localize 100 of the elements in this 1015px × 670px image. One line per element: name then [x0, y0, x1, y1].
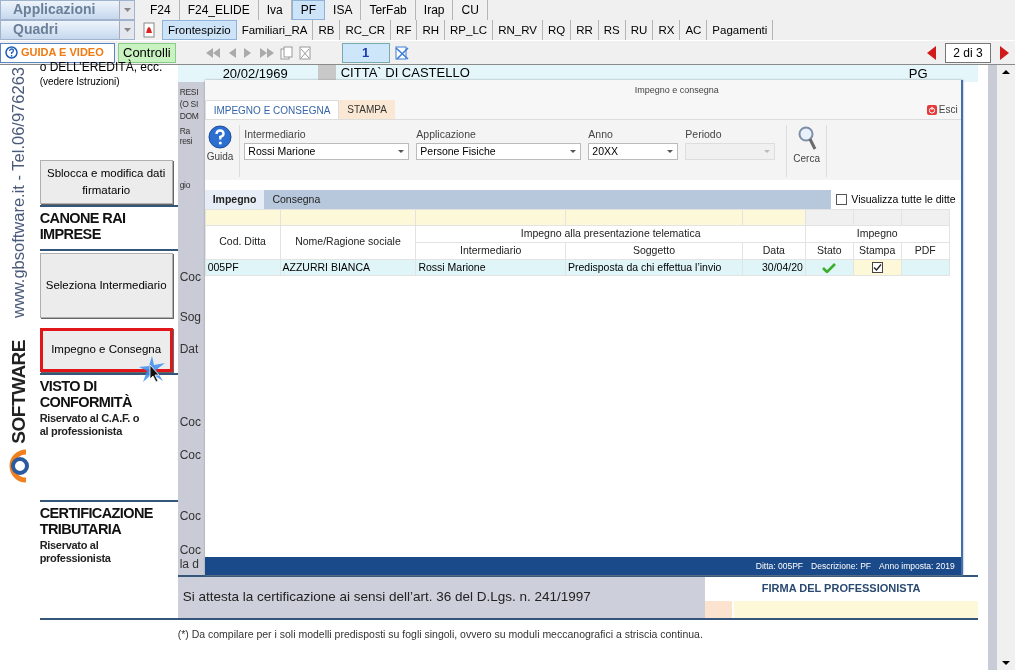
text-fragment: Coc [179, 543, 201, 557]
text-fragment: Coc [179, 270, 201, 284]
tab[interactable]: RH [417, 20, 446, 40]
search-button[interactable]: Cerca [791, 125, 822, 169]
next-icon[interactable] [999, 44, 1011, 61]
tab[interactable]: Familiari_RA [236, 20, 314, 40]
text-fragment: Coc [179, 415, 201, 429]
signature-field[interactable] [704, 601, 732, 618]
search-icon [796, 125, 817, 151]
filter-cell[interactable] [205, 209, 280, 226]
column-header: Cod. Ditta [205, 225, 280, 259]
signature-field[interactable] [733, 601, 978, 618]
form-button[interactable]: Sblocca e modifica dati firmatario [39, 160, 173, 204]
tab[interactable]: RS [598, 20, 626, 40]
tab[interactable]: RC_CR [340, 20, 392, 40]
note-text: (vedere Istruzioni) [39, 75, 121, 89]
status-text: Descrizione: PF [811, 559, 872, 573]
scrollbar[interactable] [996, 65, 1015, 670]
previous-icon[interactable] [925, 44, 937, 61]
section-subtitle: Riservato al C.A.F. o al professionista [39, 412, 141, 438]
pdf-icon[interactable] [142, 21, 156, 39]
text-fragment: Coc [179, 448, 201, 462]
filter-cell[interactable] [415, 209, 566, 226]
signature-label: FIRMA DEL PROFESSIONISTA [761, 581, 921, 596]
caret-icon [123, 28, 131, 32]
status-text: Anno imposta: 2019 [879, 559, 955, 573]
text-fragment: resi [179, 136, 193, 146]
tab[interactable]: Consegna [264, 190, 329, 209]
tab[interactable]: AC [680, 20, 708, 40]
column-header: Stato [805, 242, 854, 259]
section-subtitle: Riservato al professionista [39, 539, 112, 565]
caret-icon [667, 150, 674, 153]
tab[interactable]: Frontespizio [162, 20, 237, 40]
column-header: Data [742, 242, 806, 259]
province-text: PG [908, 64, 928, 83]
delete-page-icon[interactable] [297, 45, 312, 60]
show-all-checkbox[interactable]: Visualizza tutte le ditte [831, 190, 961, 209]
column-group-header: Impegno alla presentazione telematica [415, 225, 806, 243]
filter-cell[interactable] [280, 209, 416, 226]
click-burst-icon [137, 355, 166, 383]
attestation-text: Si attesta la certificazione ai sensi dell’art. 36 del D.Lgs. n. 241/1997 [182, 588, 591, 607]
text-fragment: DOM [179, 111, 199, 121]
form-button[interactable]: Impegno e Consegna [39, 328, 173, 372]
text-fragment: (O SI [179, 99, 198, 109]
delete-page-icon[interactable] [393, 44, 410, 61]
checkbox-icon [836, 194, 848, 205]
tab[interactable]: RP_LC [445, 20, 494, 40]
caret-icon [398, 150, 405, 153]
tab[interactable]: Impegno [204, 190, 265, 209]
dialog-title: Impegno e consegna [204, 80, 961, 100]
field-label: Applicazione [416, 127, 477, 142]
form-button[interactable]: Seleziona Intermediario [39, 253, 173, 318]
exit-button[interactable]: Esci [923, 100, 961, 119]
tab[interactable]: RQ [542, 20, 572, 40]
dropdown-field[interactable]: 20XX [588, 143, 679, 160]
caret-icon [570, 150, 577, 153]
section-title: CANONE RAI IMPRESE [39, 210, 127, 242]
column-header: Nome/Ragione sociale [280, 225, 416, 259]
text-fragment: Dat [179, 342, 199, 356]
caret-icon [764, 150, 771, 153]
filter-cell[interactable] [742, 209, 806, 226]
contact-text: www.gbsoftware.it - Tel.06/976263 [8, 67, 29, 318]
tab[interactable]: RX [653, 20, 681, 40]
column-header: Soggetto [565, 242, 743, 259]
column-header: Intermediario [415, 242, 566, 259]
power-icon [926, 104, 937, 115]
help-button[interactable]: Guida [204, 125, 236, 169]
date-text: 20/02/1969 [222, 64, 288, 83]
checkbox-icon[interactable] [871, 262, 883, 274]
tab[interactable]: PF [291, 0, 326, 20]
tab[interactable]: IMPEGNO E CONSEGNA [204, 100, 340, 119]
tab[interactable]: RU [625, 20, 654, 40]
text-fragment: la d [179, 557, 199, 571]
text-fragment: Coc [179, 509, 201, 523]
caret-icon [123, 8, 131, 12]
column-group-header: Impegno [805, 225, 950, 243]
page-field[interactable]: 1 [341, 42, 390, 63]
dropdown-field[interactable]: Rossi Marione [244, 143, 410, 160]
note-title: o DELL’EREDITÀ, ecc. [39, 61, 164, 74]
column-header: PDF [901, 242, 950, 259]
field-label: Periodo [685, 127, 723, 142]
tab[interactable]: STAMPA [339, 100, 395, 119]
text-fragment: RESI [179, 87, 199, 97]
dropdown-field[interactable]: Persone Fisiche [416, 143, 582, 160]
tab[interactable]: RF [391, 20, 418, 40]
footnote-text: (*) Da compilare per i soli modelli predisposti su fogli singoli, ovvero su moduli meccanografici a striscia continua. [177, 627, 704, 642]
section-title: VISTO DI CONFORMITÀ [39, 378, 133, 410]
filter-cell[interactable] [565, 209, 743, 226]
help-icon [208, 125, 232, 149]
field-label: Intermediario [244, 127, 307, 142]
tab[interactable]: RR [571, 20, 599, 40]
copy-page-icon[interactable] [279, 45, 294, 60]
logo-text: SOFTWARE [6, 340, 30, 444]
help-icon [5, 46, 18, 59]
page-counter: 2 di 3 [945, 42, 991, 63]
tab[interactable]: RB [313, 20, 341, 40]
last-page-icon[interactable] [257, 45, 276, 60]
column-header: Stampa [853, 242, 902, 259]
tab[interactable]: Pagamenti [707, 20, 774, 40]
tab[interactable]: RN_RV [493, 20, 543, 40]
